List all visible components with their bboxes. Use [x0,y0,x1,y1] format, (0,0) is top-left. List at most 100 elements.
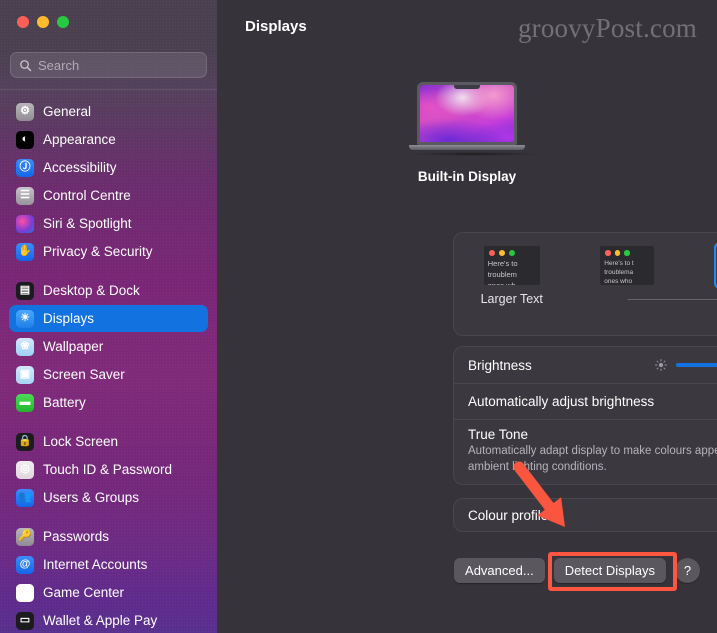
true-tone-description: Automatically adapt display to make colo… [468,445,717,473]
sidebar-group: 🔒 Lock Screen ◎ Touch ID & Password 👥 Users &… [9,428,208,511]
sidebar-item-general[interactable]: ⚙ General [9,98,208,125]
screen-saver-icon: ▣ [16,365,34,384]
display-settings-card: Brightness Automatically adjust brightne… [453,346,717,485]
resolution-thumbnail: Here's to troublem ones wh [482,245,541,286]
sidebar-item-accessibility[interactable]: Ⓙ Accessibility [9,154,208,181]
sidebar-item-label: Control Centre [43,188,131,203]
thumbnail-text-line: troublem [487,269,517,279]
thumbnail-titlebar [600,246,654,259]
brightness-slider[interactable] [654,357,717,373]
sidebar-item-displays[interactable]: ☀ Displays [9,305,208,332]
sidebar-nav-list: ⚙ General ◐ Appearance Ⓙ Accessibility ☰ Contro… [0,90,217,633]
sidebar-item-label: Users & Groups [43,490,140,505]
traffic-lights [17,16,69,28]
sidebar-item-label: Desktop & Dock [43,283,140,298]
at-sign-icon: @ [16,555,34,574]
accessibility-icon: Ⓙ [16,158,34,177]
sidebar-item-appearance[interactable]: ◐ Appearance [9,126,208,153]
sidebar-item-control-centre[interactable]: ☰ Control Centre [9,182,208,209]
sidebar-item-label: Wallet & Apple Pay [43,613,158,628]
macbook-icon [409,82,541,156]
users-icon: 👥 [16,488,34,507]
close-button[interactable] [17,16,29,28]
page-title: Displays [245,18,307,35]
sidebar-item-screen-saver[interactable]: ▣ Screen Saver [9,361,208,388]
search-input[interactable]: Search [10,52,207,78]
system-settings-window: Search ⚙ General ◐ Appearance Ⓙ Accessibility… [0,0,717,633]
wallpaper-icon: ❀ [16,337,34,356]
sidebar-item-label: Wallpaper [43,339,104,354]
sidebar-item-label: Screen Saver [43,367,125,382]
key-icon: 🔑 [16,527,34,546]
thumbnail-text-line: ones wh [487,280,516,286]
detect-displays-button[interactable]: Detect Displays [553,558,666,583]
battery-icon: ▬ [16,393,34,412]
resolution-option-label: Default [697,292,717,306]
resolution-option-unlabeled-1[interactable]: Here's to t troublema ones who [581,245,673,292]
main-content: Displays groovyPost.com Built-in Display… [217,0,717,633]
sidebar-item-siri-spotlight[interactable]: Siri & Spotlight [9,210,208,237]
minimize-button[interactable] [37,16,49,28]
brightness-label: Brightness [468,357,532,373]
game-center-icon [16,583,34,602]
sidebar-item-label: Internet Accounts [43,557,148,572]
display-preview[interactable]: Built-in Display [217,82,717,184]
colour-profile-card: Colour profile Colour LCD ▲▼ [453,498,717,532]
appearance-icon: ◐ [16,130,34,149]
sidebar-item-desktop-dock[interactable]: ▤ Desktop & Dock [9,277,208,304]
sidebar-group: ⚙ General ◐ Appearance Ⓙ Accessibility ☰ Contro… [9,98,208,265]
sidebar-item-label: Touch ID & Password [43,462,173,477]
control-centre-icon: ☰ [16,186,34,205]
zoom-button[interactable] [57,16,69,28]
sidebar-header: Search [0,0,217,90]
sidebar-item-passwords[interactable]: 🔑 Passwords [9,523,208,550]
true-tone-label: True Tone [468,427,529,442]
colour-profile-label: Colour profile [468,507,549,523]
sidebar-item-privacy-security[interactable]: ✋ Privacy & Security [9,238,208,265]
auto-brightness-row: Automatically adjust brightness [454,383,717,419]
sidebar-item-lock-screen[interactable]: 🔒 Lock Screen [9,428,208,455]
thumbnail-titlebar [484,246,540,259]
sidebar-item-internet-accounts[interactable]: @ Internet Accounts [9,551,208,578]
advanced-button[interactable]: Advanced... [454,558,545,583]
brightness-low-icon [654,358,668,372]
thumbnail-text: Here's to t troublema ones who [600,259,654,286]
thumbnail-dot [614,250,621,256]
action-buttons: Advanced... Detect Displays ? [454,558,700,583]
search-icon [20,59,32,71]
sidebar-item-label: Game Center [43,585,125,600]
sidebar-item-label: General [43,104,92,119]
resolution-options: Here's to troublem ones wh Larger Text Here'… [454,233,717,335]
resolution-option-default[interactable]: Here's to the crtroublemakers.ones who s… [697,242,717,306]
fingerprint-icon: ◎ [16,460,34,479]
search-placeholder: Search [38,57,80,73]
thumbnail-text-line: Here's to [487,259,518,268]
sidebar-item-label: Displays [43,311,95,326]
displays-icon: ☀ [16,309,34,328]
display-name-label: Built-in Display [417,169,517,184]
lock-icon: 🔒 [16,432,34,451]
brightness-track[interactable] [676,363,717,367]
help-button[interactable]: ? [675,558,700,583]
brightness-row: Brightness [454,347,717,383]
sidebar-item-wallet-apple-pay[interactable]: ▭ Wallet & Apple Pay [9,607,208,633]
sidebar-item-game-center[interactable]: Game Center [9,579,208,606]
thumbnail-text-line: troublema [604,268,634,276]
thumbnail-dot [605,250,611,256]
siri-icon [16,214,34,233]
sidebar-item-label: Appearance [43,132,116,147]
wallpaper-thumbnail [420,85,514,142]
macbook-screen [417,82,517,145]
sidebar-group: ▤ Desktop & Dock ☀ Displays ❀ Wallpaper ▣ Scree… [9,277,208,416]
resolution-option-larger-text[interactable]: Here's to troublem ones wh Larger Text [466,245,558,306]
wallet-icon: ▭ [16,611,34,630]
sidebar-item-users-groups[interactable]: 👥 Users & Groups [9,484,208,511]
sidebar-item-label: Lock Screen [43,434,119,449]
resolution-card: Here's to troublem ones wh Larger Text Here'… [453,232,717,336]
thumbnail-text-line: Here's to t [604,259,634,267]
sidebar-item-touch-id-password[interactable]: ◎ Touch ID & Password [9,456,208,483]
sidebar-item-wallpaper[interactable]: ❀ Wallpaper [9,333,208,360]
brightness-fill [676,363,717,367]
sidebar-item-label: Privacy & Security [43,244,153,259]
sidebar-item-battery[interactable]: ▬ Battery [9,389,208,416]
